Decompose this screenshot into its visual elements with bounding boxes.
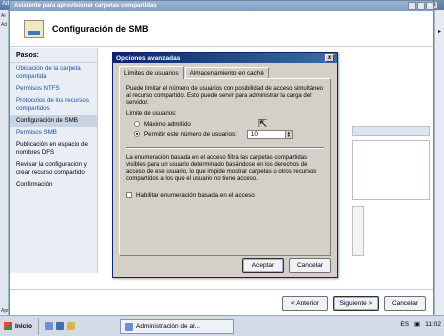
page-title: Configuración de SMB [52,23,149,34]
step-item: Revisar la configuración y crear recurso… [16,161,87,176]
dialog-title-bar: Opciones avanzadas x [113,53,337,63]
cancel-button[interactable]: Cancelar [384,296,426,311]
steps-label: Pasos: [10,48,97,63]
radio-label: Máximo admitido [144,120,191,128]
folder-share-icon [24,19,44,38]
limit-label: Límite de usuarios: [126,110,177,117]
user-count-stepper[interactable]: 10 ▲ ▼ [246,129,293,139]
system-tray: ES ▣ 11:02 [400,320,441,329]
content-panel [352,206,364,256]
back-button[interactable]: < Anterior [282,296,328,311]
wizard-minimize-button[interactable]: _ [408,2,416,10]
radio-max-allowed[interactable]: Máximo admitido [134,121,324,128]
separator [126,146,324,149]
user-count-value: 10 [250,130,258,138]
network-icon[interactable]: ▣ [414,320,420,328]
checkbox-icon[interactable] [126,192,132,199]
dialog-button-bar: Aceptar Cancelar [113,256,337,276]
radio-label: Permitir este número de usuarios: [144,130,237,138]
wizard-title-bar: Asistente para aprovisionar carpetas com… [10,1,434,11]
step-item[interactable]: Permisos NTFS [10,83,97,95]
tab-user-limits[interactable]: Límites de usuarios [119,66,184,79]
background-right-strip: ▸ [434,10,444,315]
language-indicator[interactable]: ES [400,321,409,328]
wizard-content-remnant [352,48,432,278]
radio-allow-number[interactable]: Permitir este número de usuarios: 10 ▲ ▼ [134,129,324,139]
enumeration-description: La enumeración basada en el acceso filtr… [126,154,317,183]
dialog-title: Opciones avanzadas [116,54,181,62]
quick-launch [44,322,78,330]
server-manager-icon[interactable] [44,322,53,330]
left-strip-item[interactable]: Ar [1,13,8,19]
wizard-header: Configuración de SMB [10,11,433,47]
step-item-current[interactable]: Configuración de SMB [10,115,97,127]
powershell-icon[interactable] [55,322,64,330]
spinner-arrows-icon[interactable]: ▲ ▼ [284,130,292,138]
step-item: Confirmación [16,181,53,188]
start-button[interactable]: Inicio [0,317,39,335]
radio-icon[interactable] [134,121,140,128]
description-text: Puede limitar el número de usuarios con … [126,86,324,107]
close-icon[interactable]: x [325,54,334,62]
wizard-button-bar: < Anterior Siguiente > Cancelar [10,289,433,315]
next-button[interactable]: Siguiente > [333,296,379,311]
content-box [352,140,430,200]
start-label: Inicio [15,322,32,330]
left-strip-item[interactable]: Aprovis [1,308,18,314]
steps-pane: Pasos: Ubicación de la carpeta compartid… [10,48,98,273]
taskbar: Inicio Administración de al... ES ▣ 11:0… [0,315,444,336]
step-item[interactable]: Permisos SMB [10,127,97,139]
windows-logo-icon [4,322,12,330]
step-item: Publicación en espacio de nombres DFS [16,141,88,156]
mouse-pointer-icon: ⇱ [258,118,268,130]
taskbar-item-label: Administración de al... [136,323,200,330]
right-arrow-icon[interactable]: ▸ [435,28,444,35]
ok-button[interactable]: Aceptar [242,258,284,273]
tab-caching[interactable]: Almacenamiento en caché [184,67,269,78]
tab-panel: Puede limitar el número de usuarios con … [119,78,331,256]
dialog-cancel-button[interactable]: Cancelar [289,258,331,273]
content-strip [352,126,430,136]
explorer-icon[interactable] [66,322,75,330]
enable-enumeration-checkbox[interactable]: Habilitar enumeración basada en el acces… [126,192,324,199]
wizard-maximize-button[interactable]: □ [417,2,425,10]
clock[interactable]: 11:02 [425,321,441,328]
advanced-options-dialog: Opciones avanzadas x Límites de usuarios… [112,52,338,278]
background-left-strip: Ar Ad Aprovis [0,10,18,315]
radio-selected-icon[interactable] [134,131,140,138]
checkbox-label: Habilitar enumeración basada en el acces… [136,191,255,199]
wizard-close-button[interactable]: x [426,2,434,10]
server-manager-icon [125,322,133,331]
left-strip-item[interactable]: Ad [1,22,8,28]
wizard-title: Asistente para aprovisionar carpetas com… [14,3,157,9]
step-item[interactable]: Protocolos de los recursos compartidos [10,95,97,115]
taskbar-item-server-manager[interactable]: Administración de al... [120,319,234,334]
step-item[interactable]: Ubicación de la carpeta compartida [10,63,97,83]
